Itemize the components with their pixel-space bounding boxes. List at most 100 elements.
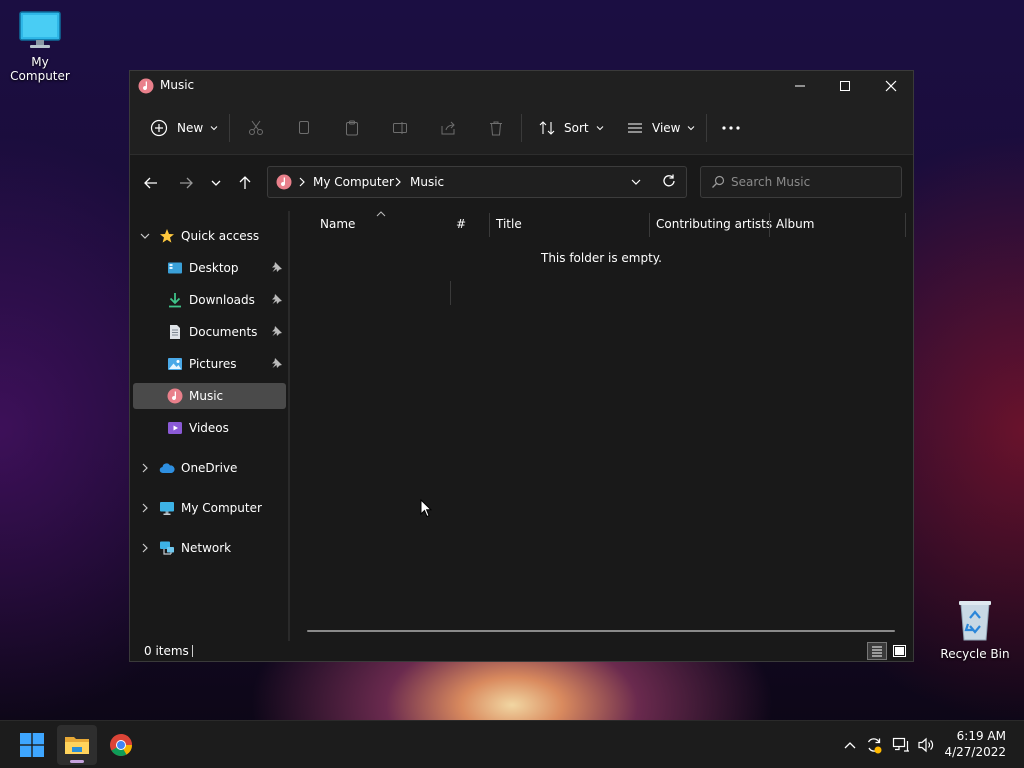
title-bar[interactable]: Music [130, 71, 913, 101]
status-bar: 0 items [130, 641, 913, 661]
column-header-album[interactable]: Album [776, 217, 814, 243]
rename-button[interactable] [392, 101, 408, 155]
sidebar-item-onedrive[interactable]: OneDrive [133, 455, 286, 481]
large-icons-view-button[interactable] [889, 642, 909, 660]
column-separator[interactable] [489, 213, 490, 237]
column-separator[interactable] [769, 213, 770, 237]
sidebar-item-label: OneDrive [181, 461, 238, 475]
pin-icon[interactable] [271, 261, 283, 273]
chrome-icon [110, 734, 132, 756]
arrow-up-icon [239, 176, 251, 189]
breadcrumb-item[interactable]: My Computer [313, 175, 394, 189]
separator [706, 114, 707, 142]
maximize-button[interactable] [822, 71, 868, 101]
navigation-bar: My Computer Music [130, 155, 913, 211]
back-button[interactable] [138, 171, 164, 195]
minimize-icon [795, 85, 805, 87]
network-wired-icon [892, 737, 909, 752]
sidebar-item-label: Pictures [189, 357, 237, 371]
start-button[interactable] [12, 725, 52, 765]
sidebar-item-my-computer[interactable]: My Computer [133, 495, 286, 521]
pin-icon[interactable] [271, 357, 283, 369]
cloud-icon [159, 463, 175, 474]
taskbar-file-explorer[interactable] [57, 725, 97, 765]
network-status-icon[interactable] [892, 736, 910, 754]
monitor-icon [19, 11, 61, 48]
sort-button[interactable]: Sort [539, 101, 605, 155]
system-clock[interactable]: 6:19 AM 4/27/2022 [944, 728, 1006, 760]
sidebar-item-quick-access[interactable]: Quick access [133, 223, 286, 249]
sync-status-icon[interactable] [865, 736, 883, 754]
new-button[interactable]: New [150, 101, 219, 155]
sidebar-item-desktop[interactable]: Desktop [133, 255, 286, 281]
sidebar-item-network[interactable]: Network [133, 535, 286, 561]
sync-icon [867, 738, 882, 754]
clock-time: 6:19 AM [956, 729, 1006, 743]
share-icon [441, 121, 455, 135]
sidebar-item-videos[interactable]: Videos [133, 415, 286, 441]
item-count: 0 items [144, 644, 189, 658]
address-history-dropdown[interactable] [630, 176, 642, 191]
details-view-button[interactable] [867, 642, 887, 660]
taskbar-chrome[interactable] [101, 725, 141, 765]
forward-button[interactable] [173, 171, 199, 195]
more-options-button[interactable] [722, 101, 740, 155]
folder-icon [65, 737, 89, 754]
refresh-button[interactable] [662, 174, 676, 191]
maximize-icon [840, 81, 850, 91]
desktop-icon-recycle-bin[interactable]: Recycle Bin [935, 598, 1015, 661]
sidebar-item-music[interactable]: Music [133, 383, 286, 409]
delete-button[interactable] [488, 101, 504, 155]
minimize-button[interactable] [777, 71, 823, 101]
recent-locations-button[interactable] [203, 171, 229, 195]
show-hidden-icons-button[interactable] [841, 736, 859, 754]
up-button[interactable] [232, 171, 258, 195]
volume-button[interactable] [917, 736, 935, 754]
chevron-down-icon [211, 180, 221, 186]
monitor-icon [160, 502, 174, 515]
music-icon [276, 174, 292, 193]
navigation-pane: Quick access Desktop Downloads Documents… [130, 211, 288, 641]
column-separator[interactable] [905, 213, 906, 237]
document-icon [170, 325, 180, 339]
taskbar: 6:19 AM 4/27/2022 [0, 720, 1024, 768]
desktop-icon-my-computer[interactable]: My Computer [0, 10, 80, 83]
pin-icon[interactable] [271, 325, 283, 337]
share-button[interactable] [440, 101, 456, 155]
videos-icon [168, 422, 182, 434]
file-list[interactable]: Name # Title Contributing artists Album … [290, 211, 913, 641]
sidebar-item-pictures[interactable]: Pictures [133, 351, 286, 377]
copy-button[interactable] [296, 101, 312, 155]
search-input[interactable] [731, 167, 891, 197]
sidebar-item-label: Documents [189, 325, 258, 339]
active-window-indicator [70, 760, 84, 763]
close-button[interactable] [868, 71, 914, 101]
copy-icon [299, 121, 309, 134]
sidebar-item-documents[interactable]: Documents [133, 319, 286, 345]
breadcrumb-item[interactable]: Music [410, 175, 444, 189]
column-header-title[interactable]: Title [496, 217, 522, 243]
new-label: New [177, 121, 204, 135]
command-bar: New Sort View [130, 101, 913, 155]
sidebar-item-downloads[interactable]: Downloads [133, 287, 286, 313]
desktop-icon-label: My Computer [10, 55, 70, 83]
paste-button[interactable] [344, 101, 360, 155]
address-bar[interactable]: My Computer Music [267, 166, 687, 198]
search-box[interactable] [700, 166, 902, 198]
column-separator[interactable] [450, 281, 451, 305]
pin-icon[interactable] [271, 293, 283, 305]
view-label: View [652, 121, 681, 135]
column-header-name[interactable]: Name [320, 217, 355, 243]
details-view-icon [872, 646, 882, 657]
plus-circle-icon [150, 119, 168, 137]
column-separator[interactable] [649, 213, 650, 237]
download-icon [169, 293, 181, 308]
desktop-icon [168, 262, 182, 274]
horizontal-scrollbar[interactable] [307, 630, 895, 632]
mouse-cursor-icon [420, 499, 432, 518]
column-header-number[interactable]: # [456, 217, 466, 243]
large-icons-view-icon [892, 645, 906, 657]
view-button[interactable]: View [627, 101, 696, 155]
column-header-contributing-artists[interactable]: Contributing artists [656, 217, 772, 243]
cut-button[interactable] [248, 101, 264, 155]
